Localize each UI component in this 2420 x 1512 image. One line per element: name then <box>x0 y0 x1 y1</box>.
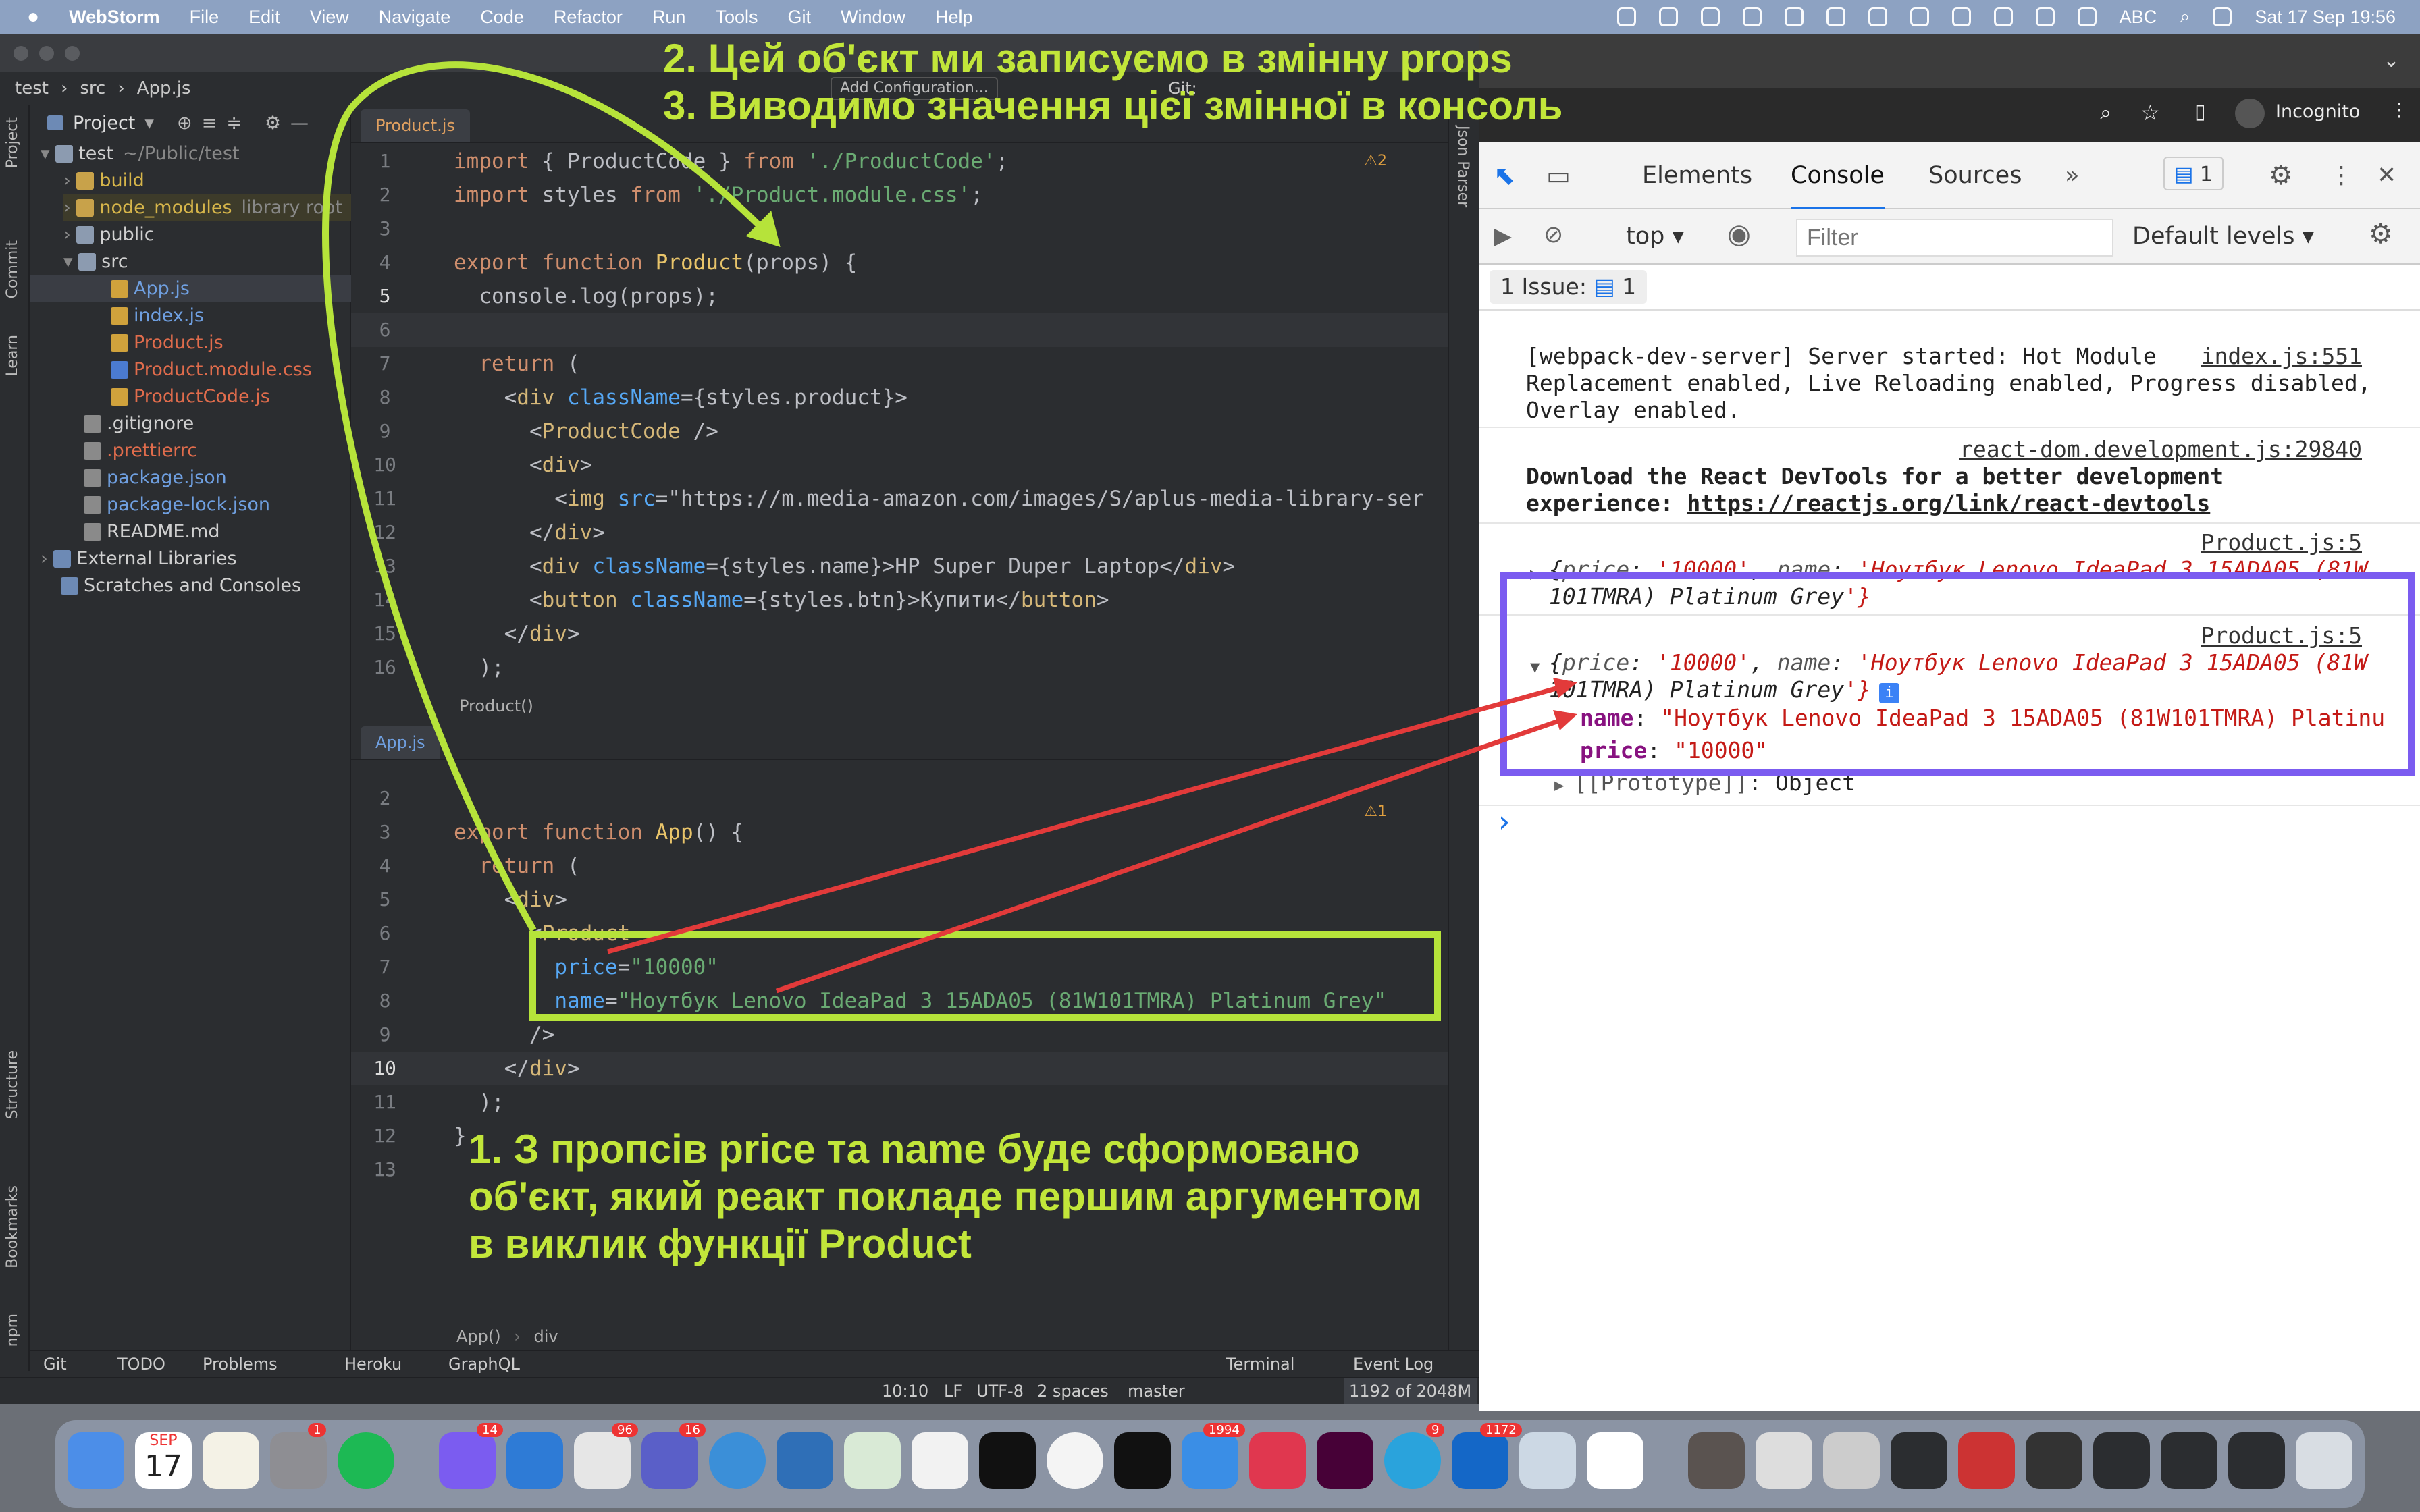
red-arrow-price <box>775 714 1572 994</box>
red-arrow-name-head <box>1553 678 1577 698</box>
annotation-arrows <box>322 61 1577 994</box>
red-arrow-price-head <box>1553 710 1577 730</box>
red-arrow-name <box>607 682 1571 954</box>
green-arrow-curve <box>322 61 779 932</box>
